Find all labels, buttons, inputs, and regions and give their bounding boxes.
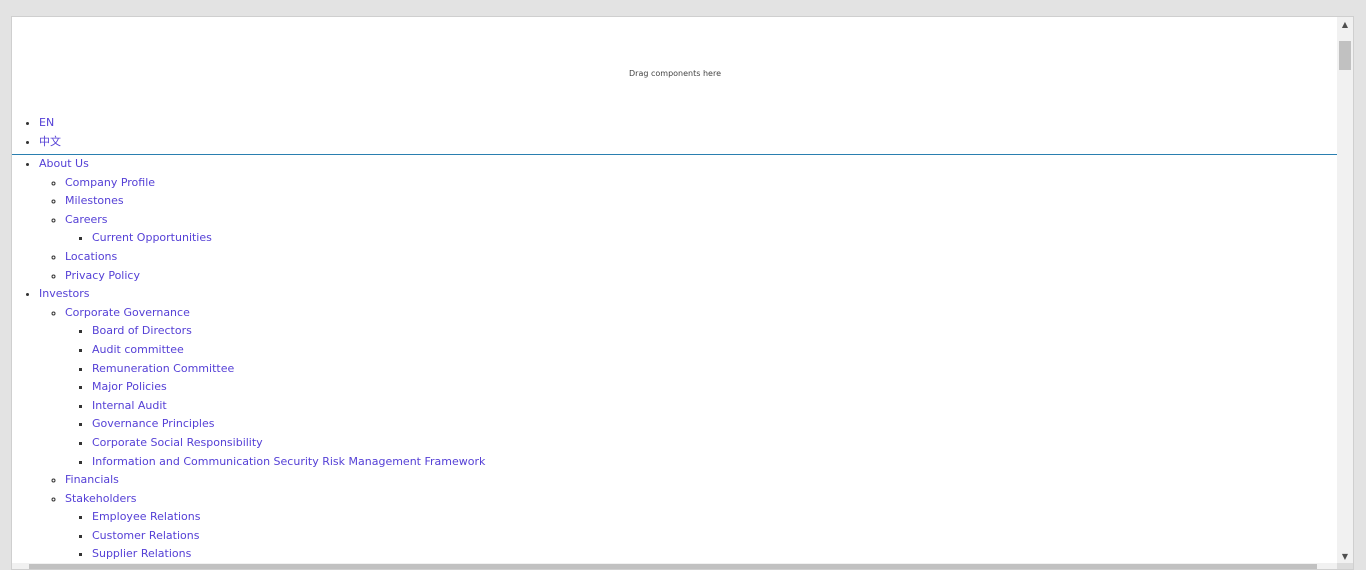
vertical-scrollbar[interactable]: ▲ ▼: [1337, 17, 1353, 565]
nav-link-privacy-policy[interactable]: Privacy Policy: [65, 269, 140, 282]
nav-link-investors[interactable]: Investors: [39, 287, 90, 300]
nav-item-current-opportunities: Current Opportunities: [92, 229, 1338, 248]
page-frame: Drag components here EN 中文 About Us Comp…: [11, 16, 1354, 570]
nav-item-milestones: Milestones: [65, 192, 1338, 211]
nav-link-financials[interactable]: Financials: [65, 473, 119, 486]
scrollbar-corner: [1337, 563, 1353, 569]
language-item-zh: 中文: [39, 132, 1338, 151]
nav-link-info-security-framework[interactable]: Information and Communication Security R…: [92, 455, 485, 468]
component-drop-zone[interactable]: Drag components here: [12, 17, 1338, 110]
nav-link-remuneration-committee[interactable]: Remuneration Committee: [92, 362, 234, 375]
nav-link-internal-audit[interactable]: Internal Audit: [92, 399, 167, 412]
nav-link-stakeholders[interactable]: Stakeholders: [65, 492, 137, 505]
nav-item-financials: Financials: [65, 471, 1338, 490]
nav-item-governance-principles: Governance Principles: [92, 415, 1338, 434]
horizontal-scrollbar[interactable]: [12, 563, 1338, 569]
nav-item-company-profile: Company Profile: [65, 174, 1338, 193]
nav-link-careers[interactable]: Careers: [65, 213, 108, 226]
nav-item-audit-committee: Audit committee: [92, 341, 1338, 360]
nav-item-locations: Locations: [65, 248, 1338, 267]
nav-item-supplier-relations: Supplier Relations: [92, 545, 1338, 564]
nav-link-csr[interactable]: Corporate Social Responsibility: [92, 436, 263, 449]
nav-link-audit-committee[interactable]: Audit committee: [92, 343, 184, 356]
nav-item-customer-relations: Customer Relations: [92, 527, 1338, 546]
nav-item-stakeholders: Stakeholders Employee Relations Customer…: [65, 490, 1338, 564]
nav-item-investors: Investors Corporate Governance Board of …: [39, 285, 1338, 564]
nav-link-company-profile[interactable]: Company Profile: [65, 176, 155, 189]
nav-item-employee-relations: Employee Relations: [92, 508, 1338, 527]
nav-link-employee-relations[interactable]: Employee Relations: [92, 510, 201, 523]
nav-link-supplier-relations[interactable]: Supplier Relations: [92, 547, 191, 560]
nav-item-remuneration-committee: Remuneration Committee: [92, 360, 1338, 379]
nav-item-board-of-directors: Board of Directors: [92, 322, 1338, 341]
horizontal-scroll-thumb[interactable]: [29, 564, 1317, 569]
language-list: EN 中文: [12, 113, 1338, 154]
vertical-scroll-thumb[interactable]: [1339, 41, 1351, 70]
governance-submenu: Board of Directors Audit committee Remun…: [65, 322, 1338, 471]
nav-item-csr: Corporate Social Responsibility: [92, 434, 1338, 453]
nav-item-about: About Us Company Profile Milestones Care…: [39, 155, 1338, 285]
nav-link-current-opportunities[interactable]: Current Opportunities: [92, 231, 212, 244]
nav-item-info-security-framework: Information and Communication Security R…: [92, 453, 1338, 472]
nav-item-corporate-governance: Corporate Governance Board of Directors …: [65, 304, 1338, 471]
drop-zone-text: Drag components here: [629, 69, 721, 78]
nav-item-internal-audit: Internal Audit: [92, 397, 1338, 416]
language-link-en[interactable]: EN: [39, 116, 54, 129]
nav-link-board-of-directors[interactable]: Board of Directors: [92, 324, 192, 337]
language-item-en: EN: [39, 113, 1338, 132]
nav-link-about-us[interactable]: About Us: [39, 157, 89, 170]
nav-link-major-policies[interactable]: Major Policies: [92, 380, 167, 393]
scroll-up-arrow-icon[interactable]: ▲: [1337, 17, 1353, 33]
nav-item-careers: Careers Current Opportunities: [65, 211, 1338, 248]
nav-item-privacy-policy: Privacy Policy: [65, 267, 1338, 286]
careers-submenu: Current Opportunities: [65, 229, 1338, 248]
stakeholders-submenu: Employee Relations Customer Relations Su…: [65, 508, 1338, 564]
investors-submenu: Corporate Governance Board of Directors …: [39, 304, 1338, 564]
nav-link-governance-principles[interactable]: Governance Principles: [92, 417, 215, 430]
about-submenu: Company Profile Milestones Careers Curre…: [39, 174, 1338, 286]
language-link-zh[interactable]: 中文: [39, 135, 61, 148]
nav-link-customer-relations[interactable]: Customer Relations: [92, 529, 199, 542]
site-nav: About Us Company Profile Milestones Care…: [12, 155, 1338, 564]
nav-link-milestones[interactable]: Milestones: [65, 194, 124, 207]
nav-link-locations[interactable]: Locations: [65, 250, 117, 263]
nav-item-major-policies: Major Policies: [92, 378, 1338, 397]
nav-link-corporate-governance[interactable]: Corporate Governance: [65, 306, 190, 319]
page-content: Drag components here EN 中文 About Us Comp…: [12, 17, 1338, 565]
